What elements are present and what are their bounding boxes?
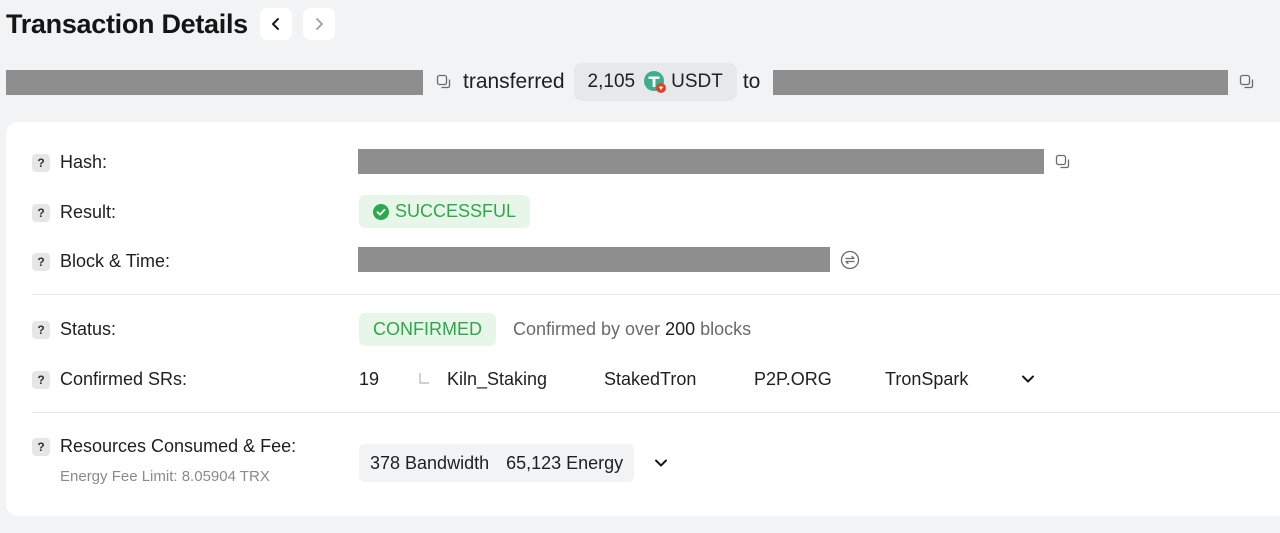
help-icon[interactable]: ? [32,153,50,172]
transferred-text: transferred [463,70,565,93]
details-card: ? Hash: ? Result: SUCCESSFUL ? Block & T… [6,122,1280,516]
check-circle-icon [373,203,389,220]
status-row-label: ? Status: [32,319,116,340]
result-value: SUCCESSFUL [359,195,531,228]
bandwidth-value: 378 Bandwidth [370,452,490,473]
status-note-prefix: Confirmed by over [513,319,661,339]
hash-label: Hash: [60,152,108,172]
energy-fee-limit: Energy Fee Limit: 8.05904 TRX [60,468,270,485]
page-header: Transaction Details [6,8,335,40]
result-label: Result: [60,202,117,222]
resources-label: Resources Consumed & Fee: [60,436,297,456]
divider [32,294,1280,295]
sr-item[interactable]: TronSpark [885,369,968,390]
chevron-right-icon [315,18,323,30]
help-icon[interactable]: ? [32,203,50,222]
resources-row-label: ? Resources Consumed & Fee: [32,436,296,457]
copy-icon[interactable] [1238,73,1256,91]
srs-label: Confirmed SRs: [60,369,188,389]
previous-button[interactable] [259,8,292,40]
status-label: Status: [60,319,117,339]
hash-redacted [358,149,1044,174]
to-address-redacted [773,69,1229,95]
status-note: Confirmed by over 200 blocks [513,319,751,340]
amount-chip: 2,105 USDT [573,63,737,101]
status-badge: CONFIRMED [359,313,496,346]
status-value: CONFIRMED Confirmed by over 200 blocks [359,313,751,346]
status-note-count: 200 [665,319,696,339]
sr-item[interactable]: P2P.ORG [754,369,832,390]
copy-icon[interactable] [1054,153,1072,171]
help-icon[interactable]: ? [32,370,50,389]
result-badge: SUCCESSFUL [359,195,531,228]
energy-value: 65,123 Energy [506,452,624,473]
chevron-left-icon [271,18,279,30]
divider [32,412,1280,413]
block-time-label: Block & Time: [60,251,171,271]
next-button[interactable] [302,8,335,40]
block-time-redacted [358,247,830,272]
help-icon[interactable]: ? [32,437,50,456]
status-note-suffix: blocks [700,319,752,339]
srs-count: 19 [359,369,380,389]
block-time-row-label: ? Block & Time: [32,251,170,272]
status-text: CONFIRMED [373,319,482,339]
amount-value: 2,105 [587,71,636,92]
result-row-label: ? Result: [32,202,116,223]
token-symbol[interactable]: USDT [671,71,723,93]
chevron-down-icon[interactable] [1020,371,1036,387]
time-format-toggle-icon[interactable] [840,250,860,270]
help-icon[interactable]: ? [32,320,50,339]
transfer-summary: transferred 2,105 USDT to [6,62,1256,102]
srs-row-label: ? Confirmed SRs: [32,369,187,390]
resources-chip: 378 Bandwidth 65,123 Energy [359,444,635,482]
result-text: SUCCESSFUL [395,201,517,221]
from-address-redacted [6,69,423,95]
sr-item[interactable]: StakedTron [604,369,696,390]
chevron-down-icon[interactable] [653,455,669,471]
resources-value: 378 Bandwidth 65,123 Energy [359,444,669,482]
hash-row-label: ? Hash: [32,152,107,173]
help-icon[interactable]: ? [32,252,50,271]
branch-icon [418,372,430,391]
hash-value [358,149,1072,174]
block-time-value [358,247,860,272]
usdt-token-icon [643,70,667,94]
sr-item[interactable]: Kiln_Staking [447,369,547,390]
to-text: to [742,70,761,93]
page-title: Transaction Details [6,8,248,39]
copy-icon[interactable] [435,73,453,91]
